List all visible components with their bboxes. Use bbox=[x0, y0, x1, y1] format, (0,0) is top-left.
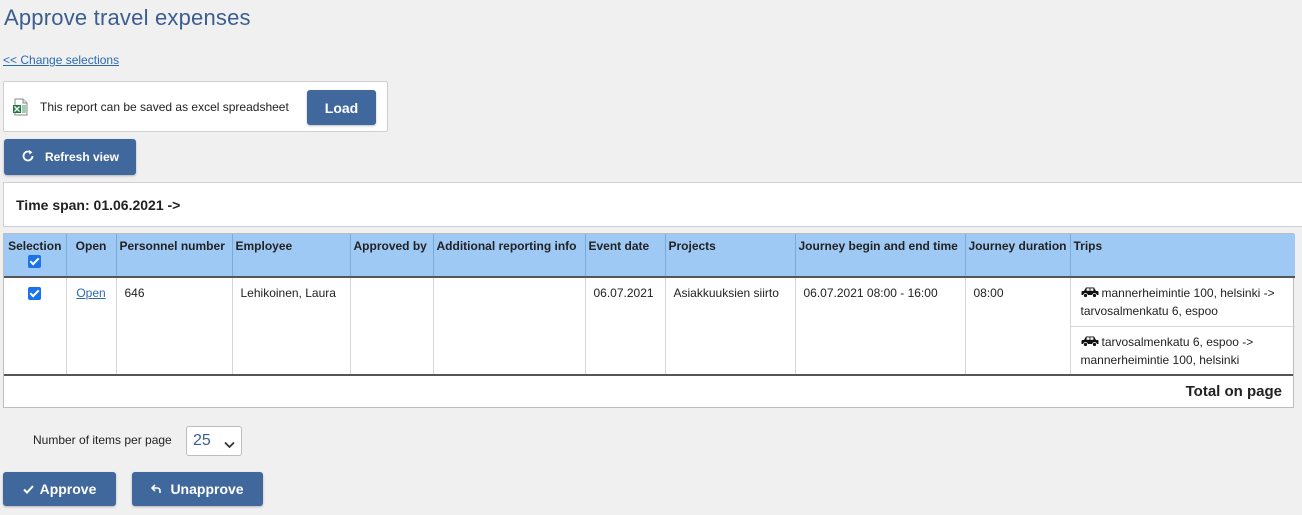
project-cell: Asiakkuuksien siirto bbox=[665, 277, 796, 374]
employee-cell: Lehikoinen, Laura bbox=[232, 277, 351, 374]
approve-button[interactable]: Approve bbox=[3, 472, 116, 506]
trip-text: mannerheimintie 100, helsinki -> tarvosa… bbox=[1080, 286, 1275, 318]
excel-export-text: This report can be saved as excel spread… bbox=[40, 100, 289, 114]
personnel-number-cell: 646 bbox=[116, 277, 233, 374]
refresh-icon bbox=[21, 149, 35, 166]
total-on-page: Total on page bbox=[4, 374, 1293, 408]
unapprove-button[interactable]: Unapprove bbox=[132, 472, 263, 506]
items-per-page-select[interactable]: 25 bbox=[186, 426, 242, 456]
column-header-trips[interactable]: Trips bbox=[1070, 234, 1295, 278]
journey-time-cell: 06.07.2021 08:00 - 16:00 bbox=[795, 277, 966, 374]
column-header-journey-duration[interactable]: Journey duration bbox=[965, 234, 1071, 278]
chevron-down-icon bbox=[224, 436, 235, 454]
column-header-projects[interactable]: Projects bbox=[665, 234, 796, 278]
additional-info-cell bbox=[433, 277, 586, 374]
column-header-event-date[interactable]: Event date bbox=[585, 234, 666, 278]
column-header-employee[interactable]: Employee bbox=[232, 234, 351, 278]
event-date-cell: 06.07.2021 bbox=[585, 277, 666, 374]
table-header-row: Selection Open Personnel number Employee… bbox=[4, 234, 1295, 278]
change-selections-link[interactable]: << Change selections bbox=[3, 53, 119, 67]
page-title: Approve travel expenses bbox=[4, 5, 251, 30]
trip-item: tarvosalmenkatu 6, espoo -> mannerheimin… bbox=[1070, 326, 1295, 374]
refresh-view-button[interactable]: Refresh view bbox=[4, 139, 136, 175]
excel-file-icon bbox=[12, 98, 30, 116]
items-per-page-value: 25 bbox=[193, 432, 211, 449]
trips-cell: mannerheimintie 100, helsinki -> tarvosa… bbox=[1070, 277, 1295, 374]
expenses-table: Selection Open Personnel number Employee… bbox=[3, 233, 1295, 408]
column-header-approved-by[interactable]: Approved by bbox=[350, 234, 434, 278]
items-per-page-label: Number of items per page bbox=[33, 433, 172, 447]
row-selection-cell bbox=[4, 277, 67, 374]
row-checkbox[interactable] bbox=[28, 287, 42, 301]
open-link[interactable]: Open bbox=[76, 286, 105, 300]
car-icon bbox=[1081, 335, 1099, 352]
row-open-cell: Open bbox=[66, 277, 117, 374]
duration-cell: 08:00 bbox=[965, 277, 1071, 374]
unapprove-label: Unapprove bbox=[170, 481, 244, 497]
approve-label: Approve bbox=[39, 481, 97, 497]
column-header-journey-time[interactable]: Journey begin and end time bbox=[795, 234, 966, 278]
car-icon bbox=[1081, 286, 1099, 303]
table-row: Open 646 Lehikoinen, Laura 06.07.2021 As… bbox=[4, 277, 1295, 374]
refresh-view-label: Refresh view bbox=[44, 150, 120, 164]
trip-item: mannerheimintie 100, helsinki -> tarvosa… bbox=[1071, 278, 1296, 326]
trip-text: tarvosalmenkatu 6, espoo -> mannerheimin… bbox=[1080, 335, 1254, 367]
column-header-open[interactable]: Open bbox=[66, 234, 117, 278]
column-header-personnel-number[interactable]: Personnel number bbox=[116, 234, 233, 278]
load-button[interactable]: Load bbox=[307, 90, 376, 125]
column-header-additional-info[interactable]: Additional reporting info bbox=[433, 234, 586, 278]
approved-by-cell bbox=[350, 277, 434, 374]
time-span: Time span: 01.06.2021 -> bbox=[3, 182, 1302, 227]
undo-icon bbox=[151, 481, 162, 497]
excel-export-panel: This report can be saved as excel spread… bbox=[3, 81, 388, 132]
column-header-selection: Selection bbox=[4, 234, 67, 278]
check-icon bbox=[22, 481, 34, 497]
select-all-checkbox[interactable] bbox=[28, 255, 42, 269]
